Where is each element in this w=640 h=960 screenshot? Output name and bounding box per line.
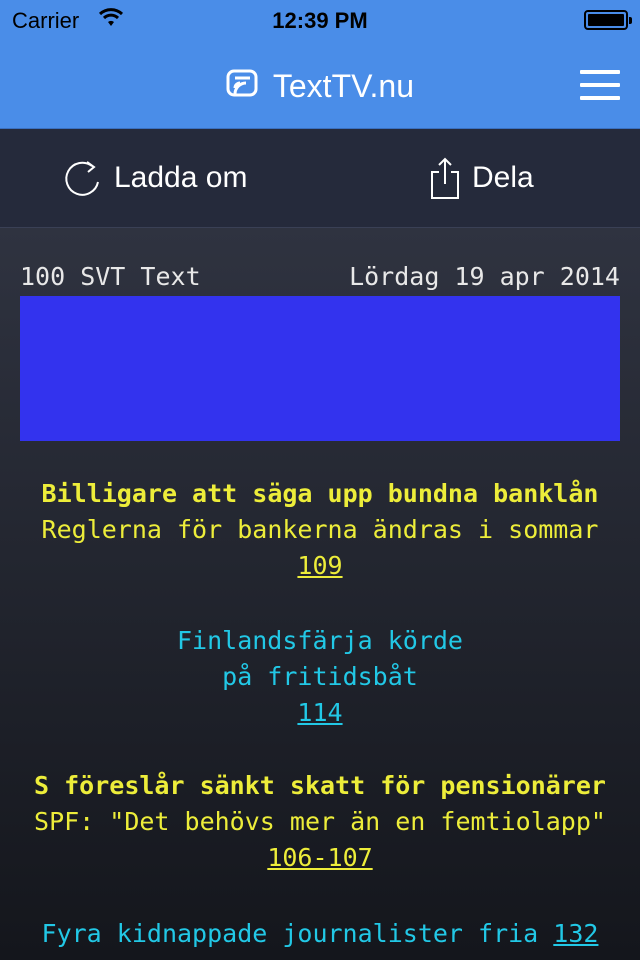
- texttv-logo-icon: [226, 68, 258, 106]
- news-subline: Reglerna för bankerna ändras i sommar: [41, 515, 599, 544]
- reload-button[interactable]: Ladda om: [62, 157, 247, 199]
- news-line: på fritidsbåt: [222, 662, 418, 691]
- share-label: Dela: [472, 161, 534, 194]
- news-headline: S föreslår sänkt skatt för pensionärer: [34, 771, 606, 800]
- toolbar: Ladda om Dela: [0, 129, 640, 228]
- texttv-page: 100 SVT Text Lördag 19 apr 2014 Billigar…: [0, 228, 640, 960]
- status-bar: Carrier 12:39 PM: [0, 0, 640, 40]
- page-link[interactable]: 106-107: [267, 843, 372, 872]
- clock: 12:39 PM: [272, 8, 368, 33]
- news-subline: SPF: "Det behövs mer än en femtiolapp": [34, 807, 606, 836]
- page-link[interactable]: 132: [553, 919, 598, 948]
- nav-bar: TextTV.nu: [0, 40, 640, 129]
- news-item: S föreslår sänkt skatt för pensionärer S…: [20, 768, 620, 876]
- page-number-title: 100 SVT Text: [20, 262, 201, 291]
- page-link[interactable]: 109: [297, 551, 342, 580]
- battery-icon: [584, 10, 632, 30]
- news-line: Fyra kidnappade journalister fria: [41, 919, 539, 948]
- news-item: Billigare att säga upp bundna banklån Re…: [20, 476, 620, 584]
- news-line: Finlandsfärja körde: [177, 626, 463, 655]
- app-title: TextTV.nu: [272, 68, 414, 105]
- news-item: Fyra kidnappade journalister fria 132: [20, 916, 620, 952]
- share-icon: [431, 157, 459, 199]
- share-button[interactable]: Dela: [428, 157, 534, 199]
- page-link[interactable]: 114: [297, 698, 342, 727]
- reload-label: Ladda om: [114, 161, 248, 194]
- news-item: Finlandsfärja körde på fritidsbåt 114: [20, 623, 620, 731]
- svt-banner: [20, 296, 620, 441]
- app-brand[interactable]: TextTV.nu: [0, 66, 640, 106]
- page-date: Lördag 19 apr 2014: [349, 262, 620, 291]
- news-headline: Billigare att säga upp bundna banklån: [41, 479, 599, 508]
- reload-icon: [65, 161, 99, 196]
- hamburger-menu-icon[interactable]: [580, 70, 620, 100]
